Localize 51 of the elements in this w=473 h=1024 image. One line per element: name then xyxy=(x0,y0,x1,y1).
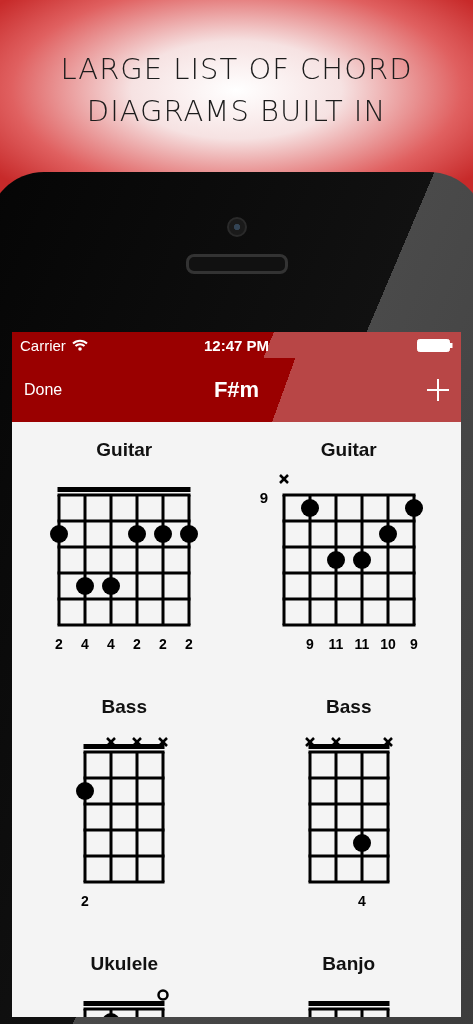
muted-string-icon xyxy=(382,737,393,747)
battery-icon xyxy=(417,338,453,352)
fret-number: 9 xyxy=(409,636,418,652)
instrument-label: Guitar xyxy=(320,440,377,460)
fret-number: 2 xyxy=(133,636,142,652)
finger-dot xyxy=(378,525,397,543)
muted-string-icon xyxy=(158,737,169,747)
headline: LARGE LIST OF CHORD xyxy=(59,51,414,88)
muted-string-icon xyxy=(132,737,143,747)
finger-dot xyxy=(50,525,69,543)
fret-number: 4 xyxy=(107,636,116,652)
muted-string-icon xyxy=(278,474,289,484)
fret-number: 11 xyxy=(354,636,370,652)
chord-title: F#m xyxy=(213,377,260,403)
add-icon[interactable] xyxy=(427,379,449,401)
fret-number: 2 xyxy=(81,893,90,909)
done-button[interactable]: Done xyxy=(24,381,63,399)
muted-string-icon xyxy=(304,737,315,747)
muted-string-icon xyxy=(330,737,341,747)
fret-number: 4 xyxy=(357,893,366,909)
clock: 12:47 PM xyxy=(204,336,270,354)
headline: DIAGRAMS BUILT IN xyxy=(85,93,388,130)
finger-dot xyxy=(300,499,319,517)
finger-dot xyxy=(352,834,371,852)
muted-string-icon xyxy=(106,737,117,747)
instrument-label: Bass xyxy=(101,697,147,717)
wifi-icon xyxy=(71,339,88,351)
fret-position-label: 9 xyxy=(259,489,268,506)
fret-number: 10 xyxy=(379,636,396,652)
finger-dot xyxy=(102,577,121,595)
finger-dot xyxy=(180,525,199,543)
finger-dot xyxy=(128,525,147,543)
open-string-icon xyxy=(157,989,169,1001)
instrument-label: Ukulele xyxy=(90,954,159,974)
finger-dot xyxy=(76,782,95,800)
fret-number: 2 xyxy=(159,636,168,652)
finger-dot xyxy=(352,551,371,569)
instrument-label: Guitar xyxy=(96,440,153,460)
fret-number: 4 xyxy=(81,636,90,652)
fret-number: 2 xyxy=(55,636,64,652)
fret-number: 2 xyxy=(185,636,194,652)
camera-lens xyxy=(226,217,247,237)
instrument-label: Bass xyxy=(326,697,372,717)
fret-number: 9 xyxy=(305,636,314,652)
finger-dot xyxy=(76,577,95,595)
finger-dot xyxy=(404,499,423,517)
finger-dot xyxy=(326,551,345,569)
instrument-label: Banjo xyxy=(322,954,376,974)
carrier-label: Carrier xyxy=(20,336,66,354)
finger-dot xyxy=(154,525,173,543)
fret-number: 11 xyxy=(328,636,344,652)
